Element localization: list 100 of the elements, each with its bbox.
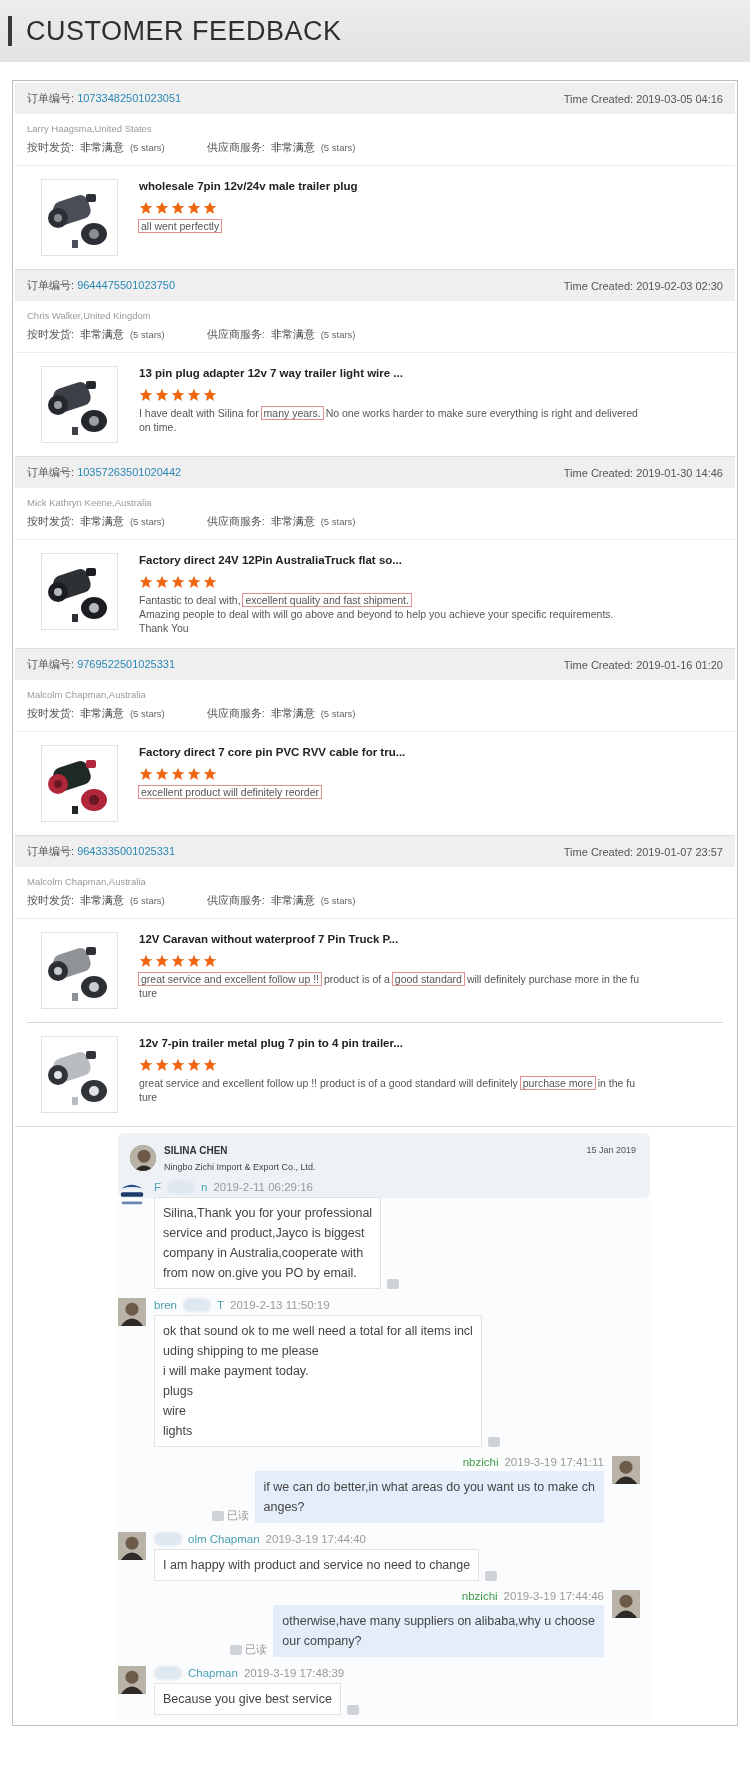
star-icon: [203, 1058, 217, 1072]
sender-name: bren: [154, 1299, 178, 1311]
rating-label: 供应商服务:: [206, 707, 265, 721]
star-icon: [139, 1058, 153, 1072]
star-icon: [139, 767, 153, 781]
star-icon: [187, 767, 201, 781]
avatar: [118, 1532, 146, 1560]
star-icon: [171, 954, 185, 968]
star-icon: [171, 1058, 185, 1072]
rating-value: 非常满意: [270, 707, 315, 721]
rating-value: 非常满意: [270, 515, 315, 529]
rating-note: (5 stars): [129, 329, 165, 340]
rating-label: 供应商服务:: [206, 141, 265, 155]
star-icon: [139, 954, 153, 968]
product-title[interactable]: wholesale 7pin 12v/24v male trailer plug: [139, 180, 358, 192]
rating-note: (5 stars): [129, 142, 165, 153]
star-icon: [187, 388, 201, 402]
rating-value: 非常满意: [79, 894, 124, 908]
rating-note: (5 stars): [320, 142, 356, 153]
message-bubble: otherwise,have many suppliers on alibaba,why u choose our company?: [273, 1605, 604, 1657]
rating-label: 按时发货:: [27, 707, 74, 721]
rating-label: 供应商服务:: [206, 515, 265, 529]
star-icon: [139, 201, 153, 215]
star-icon: [171, 767, 185, 781]
more-icon[interactable]: [346, 1705, 359, 1715]
star-icon: [203, 767, 217, 781]
read-receipt: 已读: [226, 1508, 249, 1523]
blurred-text: [154, 1532, 182, 1546]
sender-name: F: [154, 1181, 162, 1193]
avatar: [118, 1298, 146, 1326]
star-icon: [187, 1058, 201, 1072]
avatar: [612, 1590, 640, 1618]
message-time: 2019-2-11 06:29:16: [213, 1181, 313, 1193]
company-name: Ningbo Zichi Import & Export Co., Ltd.: [164, 1162, 317, 1172]
product-title[interactable]: 13 pin plug adapter 12v 7 way trailer light wire ...: [139, 367, 638, 379]
rating-value: 非常满意: [79, 707, 124, 721]
blurred-text: [154, 1666, 182, 1680]
order-number: 订单编号: 10733482501023051: [27, 91, 182, 106]
accent-bar: [8, 16, 12, 46]
star-icon: [155, 575, 169, 589]
rating-label: 供应商服务:: [206, 328, 265, 342]
rating-note: (5 stars): [320, 708, 356, 719]
star-icon: [155, 201, 169, 215]
more-icon[interactable]: [487, 1437, 500, 1447]
avatar: [118, 1666, 146, 1694]
blurred-text: [183, 1298, 212, 1312]
time-created: Time Created: 2019-01-30 14:46: [563, 466, 723, 479]
rating-value: 非常满意: [79, 141, 124, 155]
product-title[interactable]: Factory direct 24V 12Pin AustraliaTruck flat so...: [139, 554, 614, 566]
message-bubble: I am happy with product and service no need to change: [154, 1549, 480, 1581]
star-icon: [203, 575, 217, 589]
avatar: [612, 1456, 640, 1484]
product-title[interactable]: 12V Caravan without waterproof 7 Pin Truck P...: [139, 933, 640, 945]
page-title: CUSTOMER FEEDBACK: [26, 15, 342, 47]
order-number: 订单编号: 9643335001025331: [27, 844, 175, 859]
star-icon: [155, 954, 169, 968]
review-text: all went perfectly: [139, 219, 358, 233]
star-icon: [203, 201, 217, 215]
order-number: 订单编号: 9769522501025331: [27, 657, 175, 672]
message-time: 2019-3-19 17:41:11: [504, 1456, 604, 1468]
more-icon[interactable]: [211, 1510, 224, 1521]
more-icon[interactable]: [230, 1644, 243, 1655]
review-text: I have dealt with Silina for many years. No one works harder to make sure everything is right and delivered on time.: [139, 406, 638, 434]
product-title[interactable]: 12v 7-pin trailer metal plug 7 pin to 4 pin trailer...: [139, 1037, 636, 1049]
buyer-name: Larry Haagsma,United States: [27, 123, 153, 134]
rating-value: 非常满意: [270, 894, 315, 908]
message-time: 2019-3-19 17:44:40: [265, 1533, 366, 1545]
time-created: Time Created: 2019-02-03 02:30: [563, 279, 723, 292]
rating-note: (5 stars): [129, 895, 165, 906]
sender-name: n: [201, 1181, 208, 1193]
rating-note: (5 stars): [129, 516, 165, 527]
star-icon: [139, 575, 153, 589]
more-icon[interactable]: [485, 1571, 498, 1581]
message-time: 2019-3-19 17:44:46: [503, 1590, 604, 1602]
star-icon: [203, 954, 217, 968]
star-icon: [171, 388, 185, 402]
time-created: Time Created: 2019-01-16 01:20: [563, 658, 723, 671]
sender-name: nbzichi: [462, 1456, 499, 1468]
rating-label: 按时发货:: [27, 141, 74, 155]
read-receipt: 已读: [245, 1642, 268, 1657]
star-icon: [171, 201, 185, 215]
message-bubble: if we can do better,in what areas do you want us to make ch anges?: [254, 1471, 604, 1523]
message-bubble: Silina,Thank you for your professional service and product,Jayco is biggest company in Australia,cooperate with from now on.give you PO by email.: [154, 1197, 382, 1289]
buyer-name: Mick Kathryn Keene,Australia: [27, 497, 153, 508]
rating-note: (5 stars): [320, 895, 356, 906]
message-time: 2019-3-19 17:48:39: [243, 1667, 345, 1679]
review-text: great service and excellent follow up !! product is of a good standard will definitely purchase more in the fu ture: [139, 1076, 636, 1104]
sender-name: T: [217, 1299, 225, 1311]
buyer-name: Malcolm Chapman,Australia: [27, 689, 147, 700]
product-title[interactable]: Factory direct 7 core pin PVC RVV cable for tru...: [139, 746, 406, 758]
review-text: excellent product will definitely reorder: [139, 785, 406, 799]
star-icon: [155, 767, 169, 781]
star-icon: [139, 388, 153, 402]
rating-value: 非常满意: [79, 515, 124, 529]
star-icon: [187, 575, 201, 589]
more-icon[interactable]: [387, 1279, 400, 1289]
star-icon: [155, 388, 169, 402]
rating-value: 非常满意: [270, 141, 315, 155]
rating-note: (5 stars): [129, 708, 165, 719]
rating-label: 按时发货:: [27, 894, 74, 908]
